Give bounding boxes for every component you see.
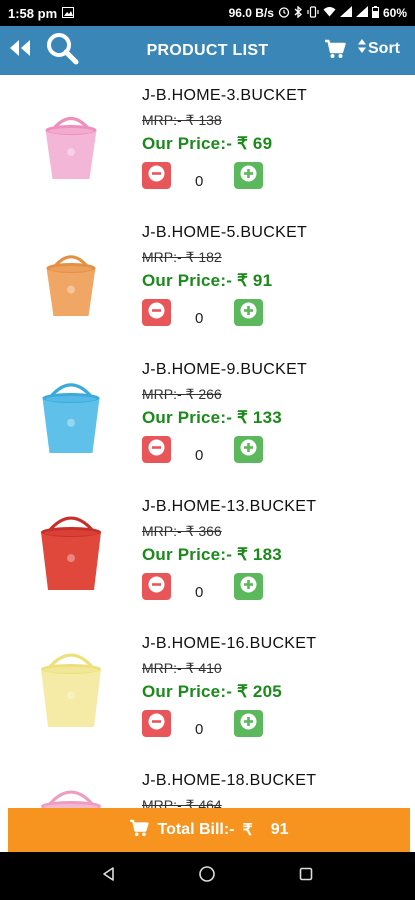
increase-qty-button[interactable] — [234, 299, 263, 326]
product-name: J-B.HOME-3.BUCKET — [142, 87, 308, 104]
product-mrp: MRP:- ₹ 410 — [142, 660, 222, 676]
app-bar: PRODUCT LIST Sort — [0, 26, 415, 75]
decrease-qty-button[interactable] — [142, 573, 171, 600]
nav-back-icon[interactable] — [101, 866, 117, 887]
product-image[interactable] — [35, 240, 107, 320]
product-image[interactable] — [35, 377, 107, 457]
product-price: Our Price:- ₹ 91 — [142, 271, 273, 290]
signal-icon-2 — [355, 6, 368, 20]
cart-icon — [129, 819, 150, 842]
cart-button[interactable] — [320, 36, 350, 66]
minus-icon — [148, 165, 165, 187]
total-bill-label: Total Bill:- — [157, 821, 235, 838]
product-mrp: MRP:- ₹ 182 — [142, 249, 222, 265]
nav-recents-icon[interactable] — [298, 866, 314, 887]
plus-icon — [240, 576, 257, 598]
product-item[interactable]: J-B.HOME-9.BUCKET MRP:- ₹ 266 Our Price:- … — [0, 349, 415, 486]
status-bar: 1:58 pm 96.0 B/s 60% — [0, 0, 415, 26]
sort-label: Sort — [368, 39, 400, 57]
product-price: Our Price:- ₹ 133 — [142, 408, 282, 427]
product-item[interactable]: J-B.HOME-16.BUCKET MRP:- ₹ 410 Our Price:-… — [0, 623, 415, 760]
decrease-qty-button[interactable] — [142, 299, 171, 326]
quantity-value: 0 — [195, 310, 204, 327]
quantity-value: 0 — [195, 447, 204, 464]
product-item[interactable]: J-B.HOME-5.BUCKET MRP:- ₹ 182 Our Price:- … — [0, 212, 415, 349]
increase-qty-button[interactable] — [234, 573, 263, 600]
vibrate-icon — [307, 5, 319, 21]
plus-icon — [240, 165, 257, 187]
product-image[interactable] — [35, 651, 107, 731]
product-item[interactable]: J-B.HOME-13.BUCKET MRP:- ₹ 366 Our Price:-… — [0, 486, 415, 623]
increase-qty-button[interactable] — [234, 436, 263, 463]
product-mrp: MRP:- ₹ 366 — [142, 523, 222, 539]
battery-icon — [371, 5, 379, 21]
plus-icon — [240, 439, 257, 461]
gallery-icon — [62, 6, 75, 21]
signal-icon — [339, 6, 352, 20]
battery-percent: 60% — [382, 6, 407, 20]
minus-icon — [148, 576, 165, 598]
product-name: J-B.HOME-5.BUCKET — [142, 224, 308, 241]
product-image[interactable] — [35, 103, 107, 183]
bluetooth-icon — [294, 5, 303, 21]
plus-icon — [240, 713, 257, 735]
quantity-value: 0 — [195, 173, 204, 190]
system-nav-bar — [0, 852, 415, 900]
product-name: J-B.HOME-16.BUCKET — [142, 635, 317, 652]
decrease-qty-button[interactable] — [142, 162, 171, 189]
product-image[interactable] — [35, 514, 107, 594]
sort-button[interactable]: Sort — [357, 38, 400, 59]
product-mrp: MRP:- ₹ 464 — [142, 797, 222, 808]
product-price: Our Price:- ₹ 205 — [142, 682, 282, 701]
total-bill-amount: 91 — [270, 821, 289, 838]
increase-qty-button[interactable] — [234, 710, 263, 737]
product-name: J-B.HOME-13.BUCKET — [142, 498, 317, 515]
double-chevron-left-icon — [8, 38, 32, 63]
product-image[interactable] — [35, 788, 107, 808]
plus-icon — [240, 302, 257, 324]
sort-arrows-icon — [357, 38, 367, 59]
cart-icon — [324, 39, 346, 64]
increase-qty-button[interactable] — [234, 162, 263, 189]
total-bill-bar[interactable]: Total Bill:- ₹ 91 — [8, 808, 410, 852]
back-button[interactable] — [0, 26, 40, 75]
alarm-icon — [278, 6, 290, 21]
quantity-value: 0 — [195, 584, 204, 601]
product-item[interactable]: J-B.HOME-3.BUCKET MRP:- ₹ 138 Our Price:- … — [0, 75, 415, 212]
product-item[interactable]: J-B.HOME-18.BUCKET MRP:- ₹ 464 — [0, 760, 415, 808]
decrease-qty-button[interactable] — [142, 436, 171, 463]
nav-home-icon[interactable] — [198, 865, 216, 888]
decrease-qty-button[interactable] — [142, 710, 171, 737]
minus-icon — [148, 302, 165, 324]
status-time: 1:58 pm — [8, 5, 58, 21]
search-icon — [45, 31, 79, 70]
product-name: J-B.HOME-9.BUCKET — [142, 361, 308, 378]
total-bill-currency: ₹ — [242, 822, 253, 839]
wifi-icon — [323, 6, 336, 20]
search-button[interactable] — [40, 26, 84, 75]
product-list[interactable]: J-B.HOME-3.BUCKET MRP:- ₹ 138 Our Price:- … — [0, 75, 415, 808]
minus-icon — [148, 713, 165, 735]
product-name: J-B.HOME-18.BUCKET — [142, 772, 317, 789]
product-mrp: MRP:- ₹ 266 — [142, 386, 222, 402]
product-mrp: MRP:- ₹ 138 — [142, 112, 222, 128]
quantity-value: 0 — [195, 721, 204, 738]
network-speed: 96.0 B/s — [228, 6, 274, 20]
product-price: Our Price:- ₹ 69 — [142, 134, 273, 153]
minus-icon — [148, 439, 165, 461]
product-price: Our Price:- ₹ 183 — [142, 545, 282, 564]
